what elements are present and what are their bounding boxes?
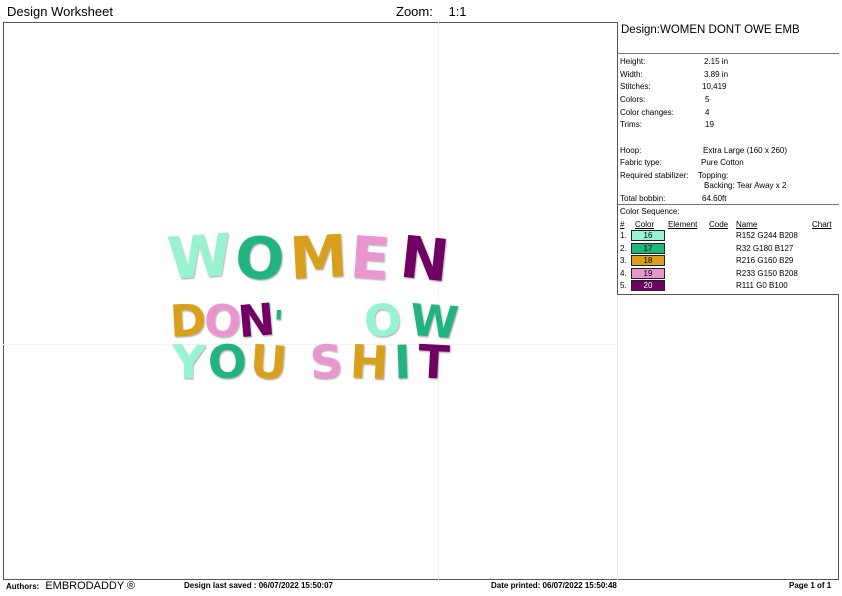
- date-printed: Date printed: 06/07/2022 15:50:48: [491, 581, 617, 590]
- col-name-header: Name: [736, 220, 758, 229]
- hoop-value: Extra Large (160 x 260): [703, 146, 788, 155]
- authors-value: EMBRODADDY ®: [45, 580, 136, 592]
- col-num-header: #: [620, 220, 625, 229]
- spec-label: Width:: [620, 70, 643, 79]
- stabilizer-label: Required stabilizer:: [620, 171, 689, 180]
- fabric-value: Pure Cotton: [701, 158, 744, 167]
- col-chart-header: Chart: [812, 220, 832, 229]
- sequence-row: 2. 17 R32 G180 B127: [618, 242, 839, 255]
- color-swatch: 20: [631, 280, 665, 291]
- zoom-value: 1:1: [448, 4, 467, 19]
- authors: Authors: EMBRODADDY ®: [6, 580, 135, 592]
- color-swatch: 17: [631, 242, 665, 254]
- sequence-number: 2.: [620, 243, 627, 253]
- stabilizer-topping: Topping:: [698, 171, 729, 180]
- design-letter: I: [393, 335, 412, 388]
- sequence-row: 5. 20 R111 G0 B100: [618, 280, 839, 292]
- spec-value: 5: [705, 95, 710, 104]
- spec-label: Trims:: [620, 120, 642, 129]
- color-name: R233 G150 B208: [736, 268, 798, 278]
- zoom-indicator: Zoom: 1:1: [396, 4, 467, 19]
- bobbin-value: 64.60ft: [702, 194, 727, 203]
- sequence-row: 1. 16 R152 G244 B208: [618, 230, 839, 242]
- last-saved: Design last saved : 06/07/2022 15:50:07: [184, 581, 333, 590]
- color-swatch: 19: [631, 267, 665, 279]
- spec-label: Color changes:: [620, 108, 674, 117]
- design-name: Design:WOMEN DONT OWE EMB: [621, 24, 800, 36]
- design-letter: O: [207, 334, 249, 388]
- design-info-panel: Design:WOMEN DONT OWE EMB Height: 2.15 in…: [617, 22, 839, 295]
- col-code-header: Code: [709, 220, 729, 229]
- spec-label: Height:: [620, 57, 646, 66]
- embroidery-design-preview: W O ME NDON' O WY O U S H I T: [165, 221, 460, 388]
- spec-value: 4: [705, 108, 710, 117]
- sequence-number: 4.: [620, 268, 627, 278]
- design-letter: H: [349, 334, 390, 388]
- design-letter: Y: [170, 334, 207, 388]
- panel-divider: [618, 53, 839, 54]
- sequence-number: 3.: [620, 256, 627, 265]
- spec-value: 3.89 in: [704, 70, 729, 79]
- spec-label: Colors:: [620, 95, 646, 104]
- panel-divider: [618, 204, 839, 205]
- color-swatch: 16: [631, 230, 665, 241]
- design-letter: E: [348, 223, 392, 294]
- design-letter: O: [234, 223, 287, 293]
- page-number: Page 1 of 1: [789, 581, 832, 590]
- bobbin-label: Total bobbin:: [620, 194, 666, 203]
- color-name: R111 G0 B100: [736, 281, 788, 290]
- design-letter: M: [288, 222, 349, 293]
- authors-label: Authors:: [6, 582, 40, 591]
- col-element-header: Element: [668, 220, 698, 229]
- color-name: R216 G160 B29: [736, 256, 794, 265]
- sequence-row: 4. 19 R233 G150 B208: [618, 267, 839, 280]
- design-letter: W: [165, 221, 234, 293]
- spec-value: 19: [705, 120, 714, 129]
- sequence-title: Color Sequence:: [620, 207, 680, 216]
- design-letter: N: [397, 223, 452, 296]
- hoop-label: Hoop:: [620, 146, 642, 155]
- stabilizer-backing: Backing: Tear Away x 2: [704, 181, 787, 190]
- color-name: R32 G180 B127: [736, 243, 794, 253]
- sequence-number: 5.: [620, 281, 627, 290]
- spec-label: Stitches:: [620, 82, 651, 91]
- zoom-label: Zoom:: [396, 4, 433, 19]
- col-color-header: Color: [635, 220, 655, 229]
- design-letter: U: [248, 334, 289, 388]
- spec-value: 2.15 in: [704, 57, 729, 66]
- worksheet-title: Design Worksheet: [7, 4, 113, 19]
- spec-value: 10,419: [702, 82, 727, 91]
- sequence-row: 3. 18 R216 G160 B29: [618, 255, 839, 267]
- color-name: R152 G244 B208: [736, 231, 798, 240]
- design-letter: T: [417, 334, 452, 388]
- sequence-number: 1.: [620, 231, 627, 240]
- fabric-label: Fabric type:: [620, 158, 662, 167]
- color-swatch: 18: [631, 255, 665, 266]
- design-letter: S: [309, 334, 345, 388]
